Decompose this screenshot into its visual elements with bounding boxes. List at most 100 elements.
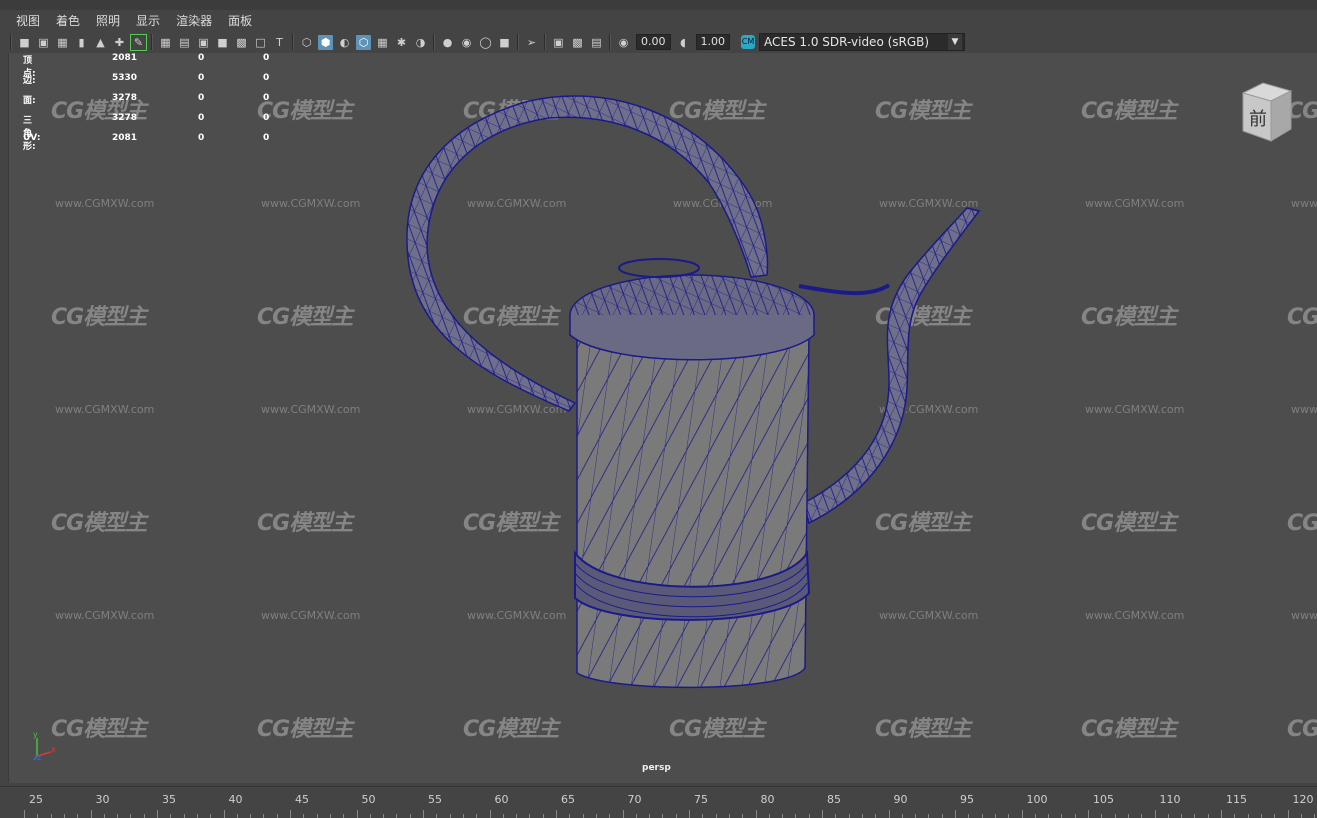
- gate-mask-icon[interactable]: ■: [215, 35, 230, 50]
- grid-icon[interactable]: ▦: [158, 35, 173, 50]
- exposure-field[interactable]: 0.00: [636, 34, 671, 50]
- timeline-minor-tick: [1114, 814, 1116, 818]
- timeline-minor-tick: [1181, 814, 1183, 818]
- 3d-viewport[interactable]: CG模型主www.CGMXW.comCG模型主www.CGMXW.comCG模型…: [8, 53, 1317, 783]
- safe-action-icon[interactable]: □: [253, 35, 268, 50]
- camera-bookmark-icon[interactable]: ▦: [55, 35, 70, 50]
- menu-panels[interactable]: 面板: [220, 10, 260, 32]
- grease-pencil-icon[interactable]: ✎: [130, 33, 147, 51]
- wireframe-icon[interactable]: ⬡: [299, 35, 314, 50]
- toolbar-separator: [433, 34, 435, 50]
- timeline-minor-tick: [1234, 814, 1236, 818]
- timeline-minor-tick: [50, 814, 52, 818]
- timeline-minor-tick: [1247, 814, 1249, 818]
- smooth-shade-icon[interactable]: ⬢: [318, 34, 333, 50]
- default-material-icon[interactable]: ◐: [337, 35, 352, 50]
- anti-aliasing-icon[interactable]: ◯: [478, 35, 493, 50]
- timeline-minor-tick: [316, 814, 318, 818]
- gamma-icon[interactable]: ◖: [676, 35, 691, 50]
- timeline-minor-tick: [569, 814, 571, 818]
- time-slider[interactable]: 25 30 35 40 45 50 55 60 65 70 75 80 85 90 95 100 105 110 1…: [0, 786, 1317, 818]
- shadows-icon[interactable]: ◑: [413, 35, 428, 50]
- chevron-down-icon[interactable]: ▼: [948, 34, 962, 50]
- xray-components-icon[interactable]: ▤: [589, 35, 604, 50]
- xray-icon[interactable]: ▣: [551, 35, 566, 50]
- gamma-field[interactable]: 1.00: [695, 34, 730, 50]
- timeline-minor-tick: [436, 814, 438, 818]
- timeline-minor-tick: [1008, 814, 1010, 818]
- xray-joints-icon[interactable]: ▩: [570, 35, 585, 50]
- timeline-frame-label: 95: [960, 793, 974, 806]
- timeline-minor-tick: [649, 814, 651, 818]
- timeline-minor-tick: [476, 814, 478, 818]
- timeline-minor-tick: [941, 814, 943, 818]
- timeline-minor-tick: [1274, 814, 1276, 818]
- timeline-minor-tick: [968, 814, 970, 818]
- textured-icon[interactable]: ▦: [375, 35, 390, 50]
- timeline-minor-tick: [875, 814, 877, 818]
- menu-renderer[interactable]: 渲染器: [168, 10, 220, 32]
- timeline-minor-tick: [1048, 814, 1050, 818]
- timeline-frame-label: 35: [162, 793, 176, 806]
- field-chart-icon[interactable]: ▩: [234, 35, 249, 50]
- timeline-minor-tick: [529, 814, 531, 818]
- timeline-minor-tick: [210, 814, 212, 818]
- timeline-minor-tick: [502, 814, 504, 818]
- watering-can-model[interactable]: [9, 53, 1317, 783]
- timeline-minor-tick: [117, 814, 119, 818]
- timeline-minor-tick: [1194, 814, 1196, 818]
- timeline-minor-tick: [1101, 814, 1103, 818]
- timeline-frame-label: 110: [1159, 793, 1181, 806]
- 2d-pan-zoom-icon[interactable]: ✚: [112, 35, 127, 50]
- timeline-frame-label: 55: [428, 793, 442, 806]
- menu-show[interactable]: 显示: [128, 10, 168, 32]
- timeline-minor-tick: [1314, 814, 1316, 818]
- color-management-icon[interactable]: CM: [741, 35, 755, 49]
- timeline-minor-tick: [782, 814, 784, 818]
- timeline-minor-tick: [848, 814, 850, 818]
- timeline-minor-tick: [383, 814, 385, 818]
- timeline-frame-label: 45: [295, 793, 309, 806]
- menu-view[interactable]: 视图: [0, 10, 48, 32]
- wireframe-on-shaded-icon[interactable]: ⬡: [356, 34, 371, 50]
- timeline-minor-tick: [143, 814, 145, 818]
- toolbar-separator: [544, 34, 546, 50]
- film-gate-icon[interactable]: ▤: [177, 35, 192, 50]
- screen-space-ao-icon[interactable]: ●: [440, 35, 455, 50]
- camera-icon[interactable]: ■: [17, 35, 32, 50]
- timeline-frame-label: 85: [827, 793, 841, 806]
- timeline-minor-tick: [516, 814, 518, 818]
- timeline-minor-tick: [1260, 814, 1262, 818]
- image-plane-icon[interactable]: ▲: [93, 35, 108, 50]
- menu-shading[interactable]: 着色: [48, 10, 88, 32]
- depth-of-field-icon[interactable]: ■: [497, 35, 512, 50]
- resolution-gate-icon[interactable]: ▣: [196, 35, 211, 50]
- timeline-minor-tick: [1207, 814, 1209, 818]
- timeline-minor-tick: [250, 814, 252, 818]
- timeline-frame-label: 30: [95, 793, 110, 806]
- color-space-select[interactable]: ACES 1.0 SDR-video (sRGB) ▼: [759, 33, 965, 51]
- timeline-minor-tick: [728, 814, 730, 818]
- timeline-minor-tick: [196, 814, 198, 818]
- timeline-frame-label: 80: [760, 793, 775, 806]
- timeline-minor-tick: [901, 814, 903, 818]
- exposure-icon[interactable]: ◉: [616, 35, 631, 50]
- timeline-minor-tick: [449, 814, 451, 818]
- timeline-frame-label: 105: [1093, 793, 1114, 806]
- motion-blur-icon[interactable]: ◉: [459, 35, 474, 50]
- safe-title-icon[interactable]: T: [272, 35, 287, 50]
- timeline-minor-tick: [702, 814, 704, 818]
- bookmark-icon[interactable]: ▮: [74, 35, 89, 50]
- timeline-minor-tick: [835, 814, 837, 818]
- timeline-frame-label: 25: [29, 793, 43, 806]
- view-cube[interactable]: 前: [1235, 81, 1295, 143]
- isolate-select-icon[interactable]: ➢: [524, 35, 539, 50]
- timeline-minor-tick: [343, 814, 345, 818]
- timeline-minor-tick: [303, 814, 305, 818]
- axis-y-label: y: [33, 730, 38, 739]
- camera-attributes-icon[interactable]: ▣: [36, 35, 51, 50]
- menu-lighting[interactable]: 照明: [88, 10, 128, 32]
- lights-icon[interactable]: ✱: [394, 35, 409, 50]
- timeline-frame-label: 70: [627, 793, 642, 806]
- timeline-minor-tick: [236, 814, 238, 818]
